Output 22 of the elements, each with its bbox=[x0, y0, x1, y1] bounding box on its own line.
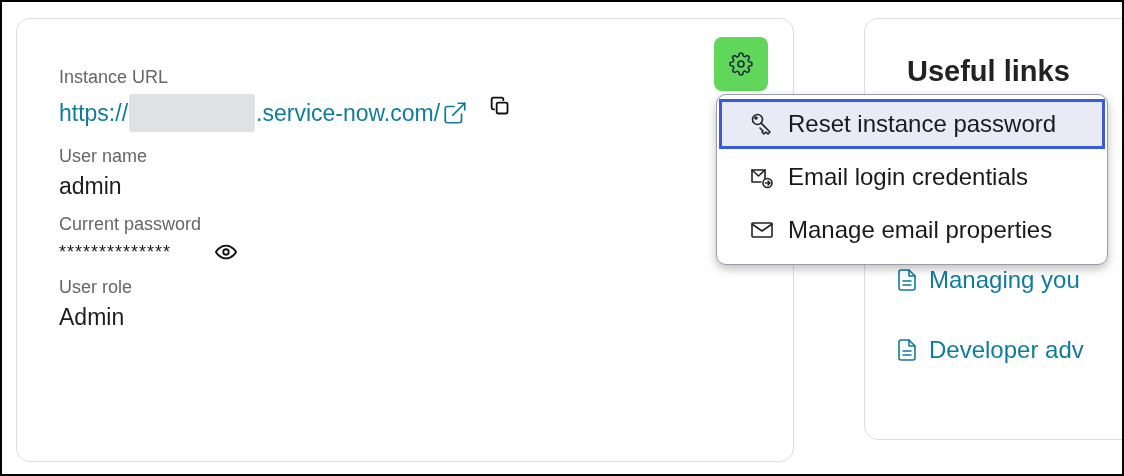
section-title: Useful links bbox=[907, 55, 1071, 88]
field-label: Instance URL bbox=[59, 67, 169, 88]
url-suffix-link[interactable]: .service-now.com/ bbox=[256, 99, 441, 127]
key-icon bbox=[750, 112, 774, 136]
settings-button[interactable] bbox=[714, 37, 768, 91]
field-label: User name bbox=[59, 146, 148, 167]
settings-icon bbox=[729, 52, 753, 76]
doc-link[interactable]: Developer adv bbox=[929, 336, 1084, 364]
menu-item[interactable]: Reset instance password bbox=[719, 99, 1105, 149]
document-icon bbox=[895, 338, 919, 362]
menu-item[interactable]: Manage email properties bbox=[719, 205, 1105, 255]
field-label: Current password bbox=[59, 214, 202, 235]
external-link-icon[interactable] bbox=[442, 100, 469, 126]
field-value: Admin bbox=[59, 304, 125, 331]
copy-icon[interactable] bbox=[490, 96, 511, 116]
field-value: admin bbox=[59, 173, 122, 200]
menu-item[interactable]: Email login credentials bbox=[719, 152, 1105, 202]
password-value: ************** bbox=[59, 241, 172, 263]
field-label: User role bbox=[59, 277, 133, 298]
doc-link[interactable]: Managing you bbox=[929, 266, 1080, 294]
document-icon bbox=[895, 268, 919, 292]
url-prefix-link[interactable]: https:// bbox=[59, 99, 129, 127]
